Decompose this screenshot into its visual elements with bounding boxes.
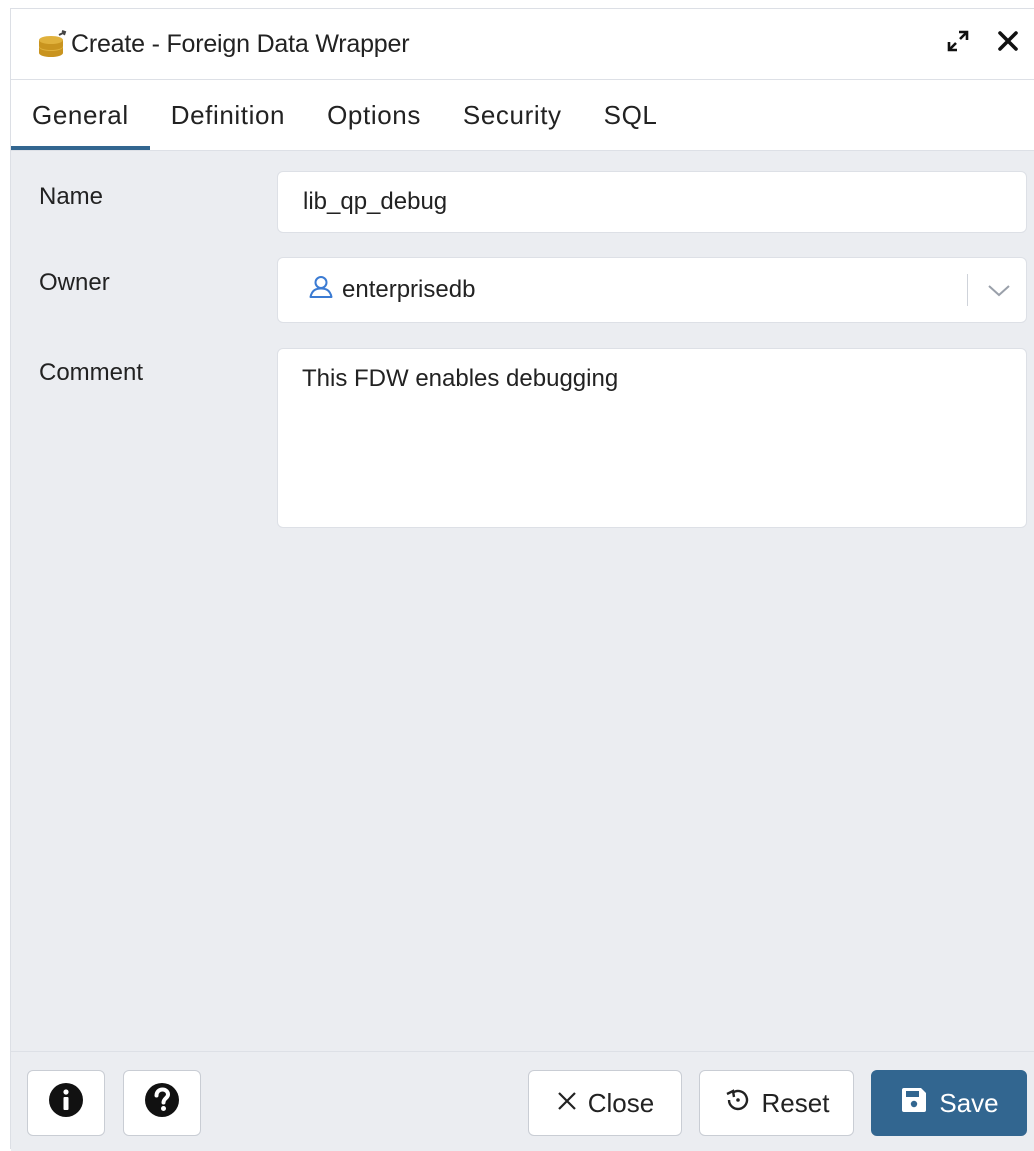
tab-sql-label: SQL	[603, 99, 658, 130]
tab-definition-label: Definition	[170, 99, 286, 130]
create-foreign-data-wrapper-dialog: Create - Foreign Data Wrapper General De…	[10, 8, 1034, 1151]
reset-button-label: Reset	[761, 1087, 830, 1118]
tab-general[interactable]: General	[11, 80, 150, 150]
reset-icon	[724, 1086, 752, 1121]
save-icon	[899, 1085, 929, 1122]
question-circle-icon	[143, 1081, 181, 1126]
name-input[interactable]: lib_qp_debug	[277, 171, 1027, 233]
save-button-label: Save	[939, 1087, 999, 1118]
name-value: lib_qp_debug	[303, 188, 448, 215]
owner-value: enterprisedb	[342, 276, 476, 303]
select-divider	[967, 274, 968, 306]
comment-value: This FDW enables debugging	[302, 365, 619, 392]
comment-label: Comment	[39, 359, 144, 386]
tab-options[interactable]: Options	[306, 80, 442, 150]
info-button[interactable]	[27, 1070, 105, 1136]
info-circle-icon	[47, 1081, 85, 1126]
close-icon	[556, 1088, 578, 1119]
comment-textarea[interactable]: This FDW enables debugging	[277, 348, 1027, 528]
reset-button[interactable]: Reset	[699, 1070, 854, 1136]
close-x-icon	[997, 30, 1019, 57]
tab-security[interactable]: Security	[442, 80, 583, 150]
owner-select[interactable]: enterprisedb	[277, 257, 1027, 323]
dialog-titlebar: Create - Foreign Data Wrapper	[11, 9, 1034, 80]
dialog-footer: Close Reset Save	[11, 1051, 1034, 1151]
dialog-title: Create - Foreign Data Wrapper	[71, 29, 410, 58]
tab-sql[interactable]: SQL	[583, 80, 679, 150]
tab-general-label: General	[32, 99, 129, 130]
save-button[interactable]: Save	[871, 1070, 1027, 1136]
name-label: Name	[39, 183, 104, 210]
title-actions	[942, 27, 1024, 59]
user-icon	[308, 274, 334, 307]
database-stack-icon	[37, 28, 69, 60]
owner-label: Owner	[39, 269, 110, 296]
tab-bar: General Definition Options Security SQL	[11, 80, 1034, 151]
close-button[interactable]: Close	[528, 1070, 682, 1136]
tab-security-label: Security	[462, 99, 562, 130]
chevron-down-icon[interactable]	[986, 278, 1012, 304]
close-dialog-button[interactable]	[992, 27, 1024, 59]
tab-options-label: Options	[327, 99, 421, 130]
tab-definition[interactable]: Definition	[150, 80, 306, 150]
help-button[interactable]	[123, 1070, 201, 1136]
close-button-label: Close	[587, 1087, 655, 1118]
expand-arrows-icon	[945, 28, 971, 59]
maximize-button[interactable]	[942, 27, 974, 59]
